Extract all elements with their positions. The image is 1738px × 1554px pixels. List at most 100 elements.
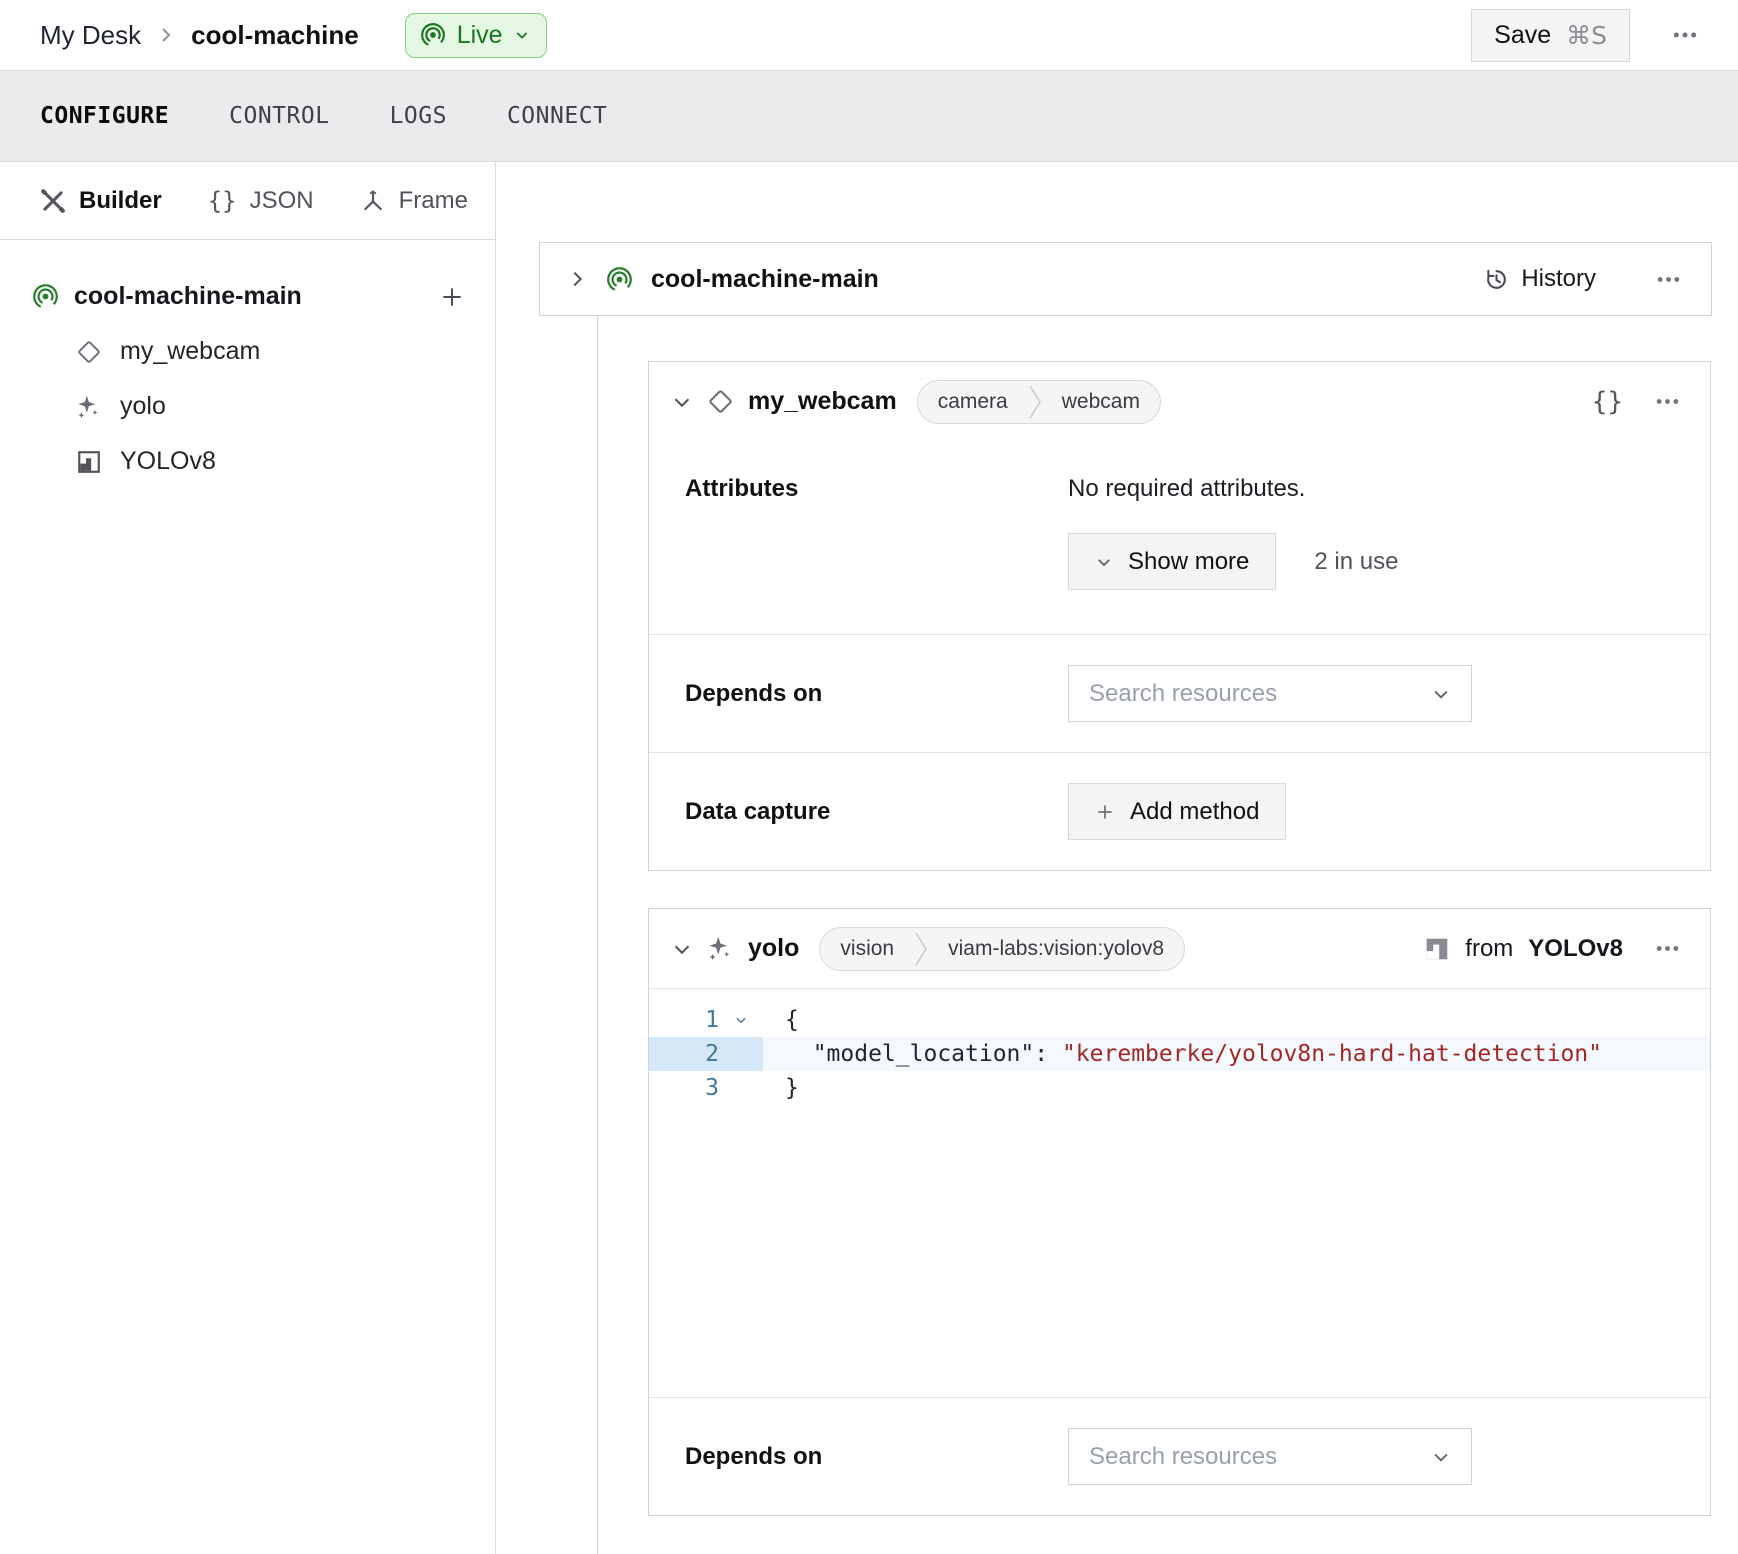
tree-item-label: YOLOv8 <box>120 447 216 476</box>
tab-logs[interactable]: LOGS <box>390 103 447 129</box>
show-more-label: Show more <box>1128 548 1249 576</box>
resource-type-tag: vision viam-labs:vision:yolov8 <box>819 927 1185 971</box>
chevron-down-icon <box>514 27 530 43</box>
resource-tree: cool-machine-main my_webcam <box>0 240 495 476</box>
sparkles-icon <box>76 394 102 420</box>
code-line-1[interactable]: 1 { <box>649 1003 1710 1037</box>
workspace: Builder {} JSON Frame <box>0 162 1738 1554</box>
tree-item-machine[interactable]: cool-machine-main <box>32 282 465 311</box>
machine-part-header-card: cool-machine-main History <box>539 242 1712 316</box>
module-icon <box>1424 936 1450 962</box>
topbar: My Desk cool-machine Live Save ⌘S <box>0 0 1738 71</box>
resource-card-yolo: yolo vision viam-labs:vision:yolov8 <box>648 908 1711 1516</box>
add-method-label: Add method <box>1130 798 1259 826</box>
json-braces-icon: {} <box>208 187 237 215</box>
view-builder[interactable]: Builder <box>40 187 162 215</box>
code-string-value: "keremberke/yolov8n-hard-hat-detection" <box>1062 1041 1602 1067</box>
view-builder-label: Builder <box>79 187 162 215</box>
sidebar: Builder {} JSON Frame <box>0 162 496 1554</box>
attributes-empty-text: No required attributes. <box>1068 475 1674 503</box>
view-frame[interactable]: Frame <box>360 187 468 215</box>
line-number: 1 <box>649 1003 719 1037</box>
attributes-in-use-count: 2 in use <box>1314 548 1398 576</box>
tab-control[interactable]: CONTROL <box>229 103 329 129</box>
tag-api: camera <box>918 381 1028 423</box>
broadcast-icon <box>420 22 446 48</box>
diamond-icon <box>76 339 102 365</box>
attributes-section: Attributes No required attributes. Show … <box>649 441 1710 634</box>
code-text[interactable]: "model_location": "keremberke/yolov8n-ha… <box>763 1037 1602 1071</box>
code-line-2[interactable]: 2 "model_location": "keremberke/yolov8n-… <box>649 1037 1710 1071</box>
tree-item-label: yolo <box>120 392 166 421</box>
diamond-icon <box>707 388 734 415</box>
data-capture-label: Data capture <box>685 798 1068 826</box>
show-more-button[interactable]: Show more <box>1068 533 1276 590</box>
broadcast-icon <box>606 266 633 293</box>
line-number: 3 <box>649 1071 719 1105</box>
tag-api: vision <box>820 928 914 970</box>
config-main-panel: cool-machine-main History <box>496 162 1738 1554</box>
plus-icon <box>1095 802 1115 822</box>
chevron-down-icon <box>1431 1447 1451 1467</box>
save-button[interactable]: Save ⌘S <box>1471 9 1630 62</box>
view-frame-label: Frame <box>399 187 468 215</box>
chevron-down-icon <box>1431 684 1451 704</box>
resource-card-my-webcam: my_webcam camera webcam {} Att <box>648 361 1711 871</box>
view-json-braces-icon[interactable]: {} <box>1592 387 1623 417</box>
tag-model: viam-labs:vision:yolov8 <box>928 928 1184 970</box>
main-nav-tabs: CONFIGURE CONTROL LOGS CONNECT <box>0 71 1738 162</box>
broadcast-icon <box>32 283 59 310</box>
depends-on-select[interactable]: Search resources <box>1068 1428 1472 1485</box>
history-icon <box>1484 267 1509 292</box>
tag-model: webcam <box>1042 381 1160 423</box>
builder-icon <box>40 188 66 214</box>
tab-configure[interactable]: CONFIGURE <box>40 103 169 129</box>
chevron-right-icon[interactable] <box>566 268 588 290</box>
data-capture-section: Data capture Add method <box>649 752 1710 870</box>
tree-item-yolov8-module[interactable]: YOLOv8 <box>76 447 465 476</box>
add-method-button[interactable]: Add method <box>1068 783 1286 840</box>
live-status-dropdown[interactable]: Live <box>405 13 547 58</box>
code-text[interactable]: { <box>763 1003 799 1037</box>
chevron-down-icon[interactable] <box>671 391 693 413</box>
overflow-menu-icon[interactable] <box>1655 389 1680 414</box>
tree-connector-line <box>597 316 598 1554</box>
view-json-label: JSON <box>250 187 314 215</box>
code-separator: : <box>1034 1041 1062 1067</box>
depends-on-section: Depends on Search resources <box>649 1397 1710 1515</box>
tree-item-yolo[interactable]: yolo <box>76 392 465 421</box>
view-json[interactable]: {} JSON <box>208 187 314 215</box>
live-label: Live <box>457 21 503 50</box>
depends-on-select[interactable]: Search resources <box>1068 665 1472 722</box>
attributes-label: Attributes <box>685 475 1068 503</box>
breadcrumb-parent[interactable]: My Desk <box>40 20 141 51</box>
history-button[interactable]: History <box>1484 265 1596 293</box>
overflow-menu-icon[interactable] <box>1672 22 1698 48</box>
depends-on-label: Depends on <box>685 680 1068 708</box>
config-view-switcher: Builder {} JSON Frame <box>0 162 495 240</box>
code-key: "model_location" <box>785 1041 1034 1067</box>
overflow-menu-icon[interactable] <box>1656 267 1681 292</box>
module-icon <box>76 449 102 475</box>
resource-title: my_webcam <box>748 387 897 416</box>
tab-connect[interactable]: CONNECT <box>507 103 607 129</box>
code-line-3[interactable]: 3 } <box>649 1071 1710 1105</box>
tree-item-label: my_webcam <box>120 337 260 366</box>
add-component-icon[interactable] <box>439 284 465 310</box>
chevron-right-icon <box>157 26 175 44</box>
from-module-link[interactable]: from YOLOv8 <box>1424 935 1623 963</box>
attributes-json-editor[interactable]: 1 { 2 "model_location": "keremberke/yolo… <box>649 988 1710 1397</box>
from-label: from <box>1465 935 1513 963</box>
code-fold-icon[interactable] <box>719 1003 763 1037</box>
from-module-name: YOLOv8 <box>1528 935 1623 963</box>
breadcrumb: My Desk cool-machine <box>40 20 359 51</box>
depends-on-section: Depends on Search resources <box>649 634 1710 752</box>
tree-machine-label: cool-machine-main <box>74 282 424 311</box>
tree-item-my-webcam[interactable]: my_webcam <box>76 337 465 366</box>
history-label: History <box>1521 265 1596 293</box>
chevron-down-icon[interactable] <box>671 938 693 960</box>
code-text[interactable]: } <box>763 1071 799 1105</box>
overflow-menu-icon[interactable] <box>1655 936 1680 961</box>
line-number: 2 <box>649 1037 719 1071</box>
machine-part-title: cool-machine-main <box>651 265 1466 294</box>
